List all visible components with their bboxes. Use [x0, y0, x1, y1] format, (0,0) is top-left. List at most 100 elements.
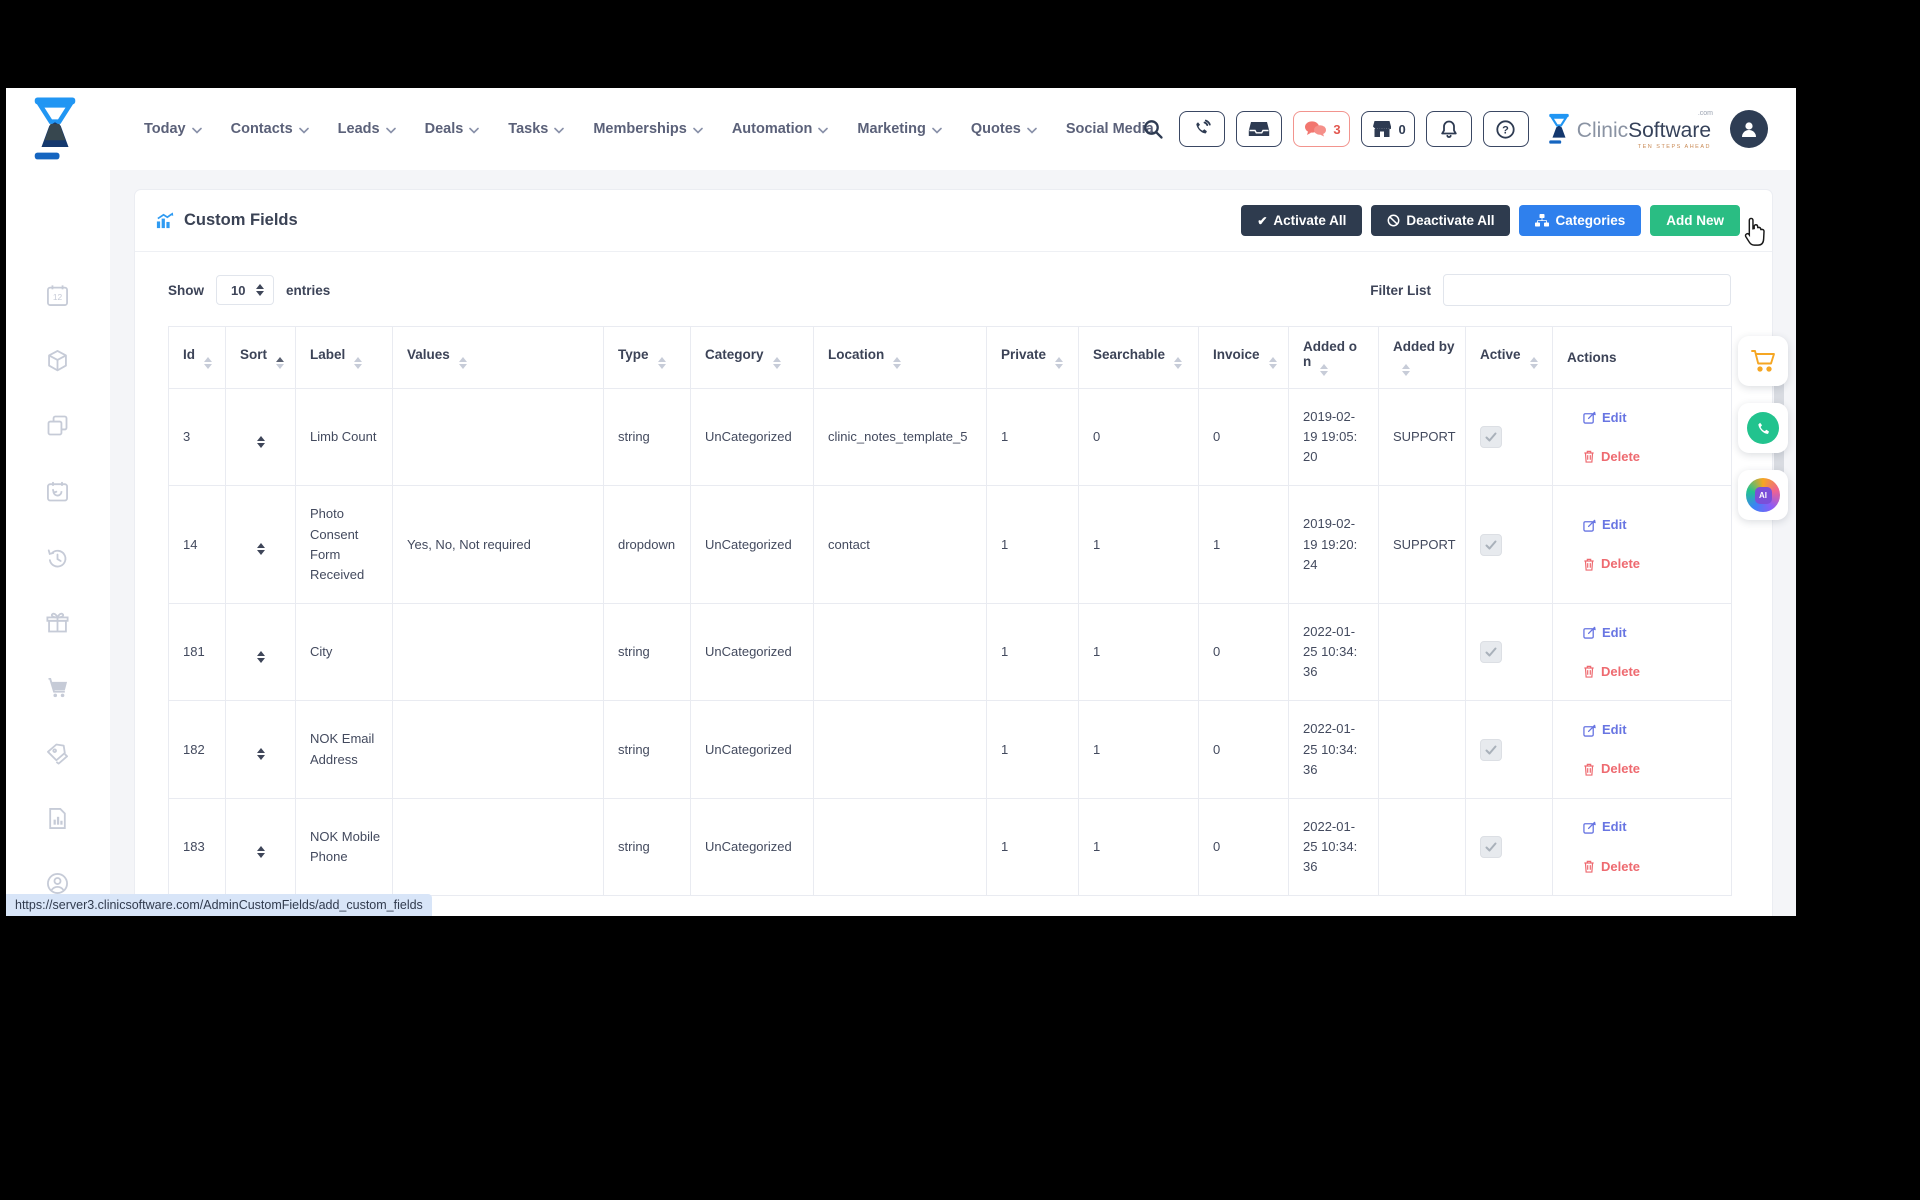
reorder-handle-icon[interactable] [256, 845, 265, 858]
cell-sort[interactable] [225, 602, 296, 702]
nav-item-marketing[interactable]: Marketing [857, 120, 942, 138]
cell-sort[interactable] [225, 485, 296, 604]
sort-arrows-icon [1055, 356, 1064, 369]
ban-icon [1387, 214, 1400, 227]
copy-icon[interactable] [42, 410, 72, 440]
calendar-icon[interactable]: 12 [42, 280, 72, 310]
nav-item-contacts[interactable]: Contacts [231, 120, 309, 138]
column-header-label[interactable]: Label [295, 326, 393, 389]
active-checkbox[interactable] [1480, 641, 1502, 664]
reorder-handle-icon[interactable] [256, 435, 265, 448]
delete-link[interactable]: Delete [1583, 554, 1640, 574]
cell-label: City [295, 602, 393, 702]
cell-sort[interactable] [225, 387, 296, 487]
nav-item-leads[interactable]: Leads [338, 120, 396, 138]
calendar-return-icon[interactable] [42, 476, 72, 506]
column-header-category[interactable]: Category [690, 326, 814, 389]
column-header-sort[interactable]: Sort [225, 326, 296, 389]
nav-item-deals[interactable]: Deals [425, 120, 480, 138]
cell-added_on: 2022-01-25 10:34:36 [1288, 602, 1379, 702]
cell-actions: Edit Delete [1552, 485, 1732, 604]
cell-actions: Edit Delete [1552, 387, 1732, 487]
ai-icon: AI [1746, 478, 1780, 512]
categories-button[interactable]: Categories [1519, 205, 1642, 236]
cell-sort[interactable] [225, 700, 296, 799]
active-checkbox[interactable] [1480, 426, 1502, 449]
active-checkbox[interactable] [1480, 533, 1502, 556]
report-icon[interactable] [42, 803, 72, 833]
select-arrows-icon [256, 284, 264, 296]
nav-item-tasks[interactable]: Tasks [508, 120, 565, 138]
filter-input[interactable] [1443, 274, 1731, 306]
column-header-added-by[interactable]: Added by [1378, 326, 1466, 389]
help-button[interactable]: ? [1482, 111, 1529, 147]
sort-arrows-icon [772, 356, 781, 369]
page-size-select[interactable]: 10 [216, 275, 274, 305]
nav-item-automation[interactable]: Automation [732, 120, 829, 138]
table-row: 14 Photo Consent Form Received Yes, No, No… [168, 485, 1732, 604]
delete-link[interactable]: Delete [1583, 857, 1640, 877]
ai-dock-button[interactable]: AI [1738, 470, 1788, 520]
phone-button[interactable] [1179, 111, 1226, 147]
shop-dock-button[interactable] [1738, 336, 1788, 386]
activate-all-button[interactable]: ✔ Activate All [1241, 205, 1363, 236]
package-icon[interactable] [42, 345, 72, 375]
cell-id: 3 [168, 387, 226, 487]
cell-id: 182 [168, 700, 226, 799]
column-header-invoice[interactable]: Invoice [1198, 326, 1289, 389]
column-header-id[interactable]: Id [168, 326, 226, 389]
delete-link[interactable]: Delete [1583, 447, 1640, 467]
history-icon[interactable] [42, 543, 72, 573]
cell-category: UnCategorized [690, 700, 814, 799]
delete-link[interactable]: Delete [1583, 759, 1640, 779]
chevron-down-icon [554, 122, 565, 138]
clinicsoftware-hourglass-logo[interactable] [28, 94, 82, 169]
column-header-added-on[interactable]: Added on [1288, 326, 1379, 389]
whatsapp-dock-button[interactable] [1738, 403, 1788, 453]
edit-link[interactable]: Edit [1583, 515, 1627, 535]
column-header-active[interactable]: Active [1465, 326, 1553, 389]
cell-added_on: 2022-01-25 10:34:36 [1288, 797, 1379, 897]
gift-icon[interactable] [42, 607, 72, 637]
user-avatar[interactable] [1730, 110, 1768, 148]
inbox-button[interactable] [1236, 111, 1283, 147]
add-new-button[interactable]: Add New [1650, 205, 1740, 236]
active-checkbox[interactable] [1480, 738, 1502, 761]
store-button[interactable]: 0 [1360, 111, 1415, 147]
chevron-down-icon [191, 122, 202, 138]
filter-label: Filter List [1370, 282, 1431, 298]
reorder-handle-icon[interactable] [256, 748, 265, 761]
column-header-private[interactable]: Private [986, 326, 1079, 389]
nav-item-social-media[interactable]: Social Media [1066, 121, 1154, 137]
cell-location: contact [813, 485, 987, 604]
clinicsoftware-wordmark[interactable]: ClinicSoftware .com TEN STEPS AHEAD [1546, 110, 1713, 149]
tags-icon[interactable] [42, 738, 72, 768]
cart-icon[interactable] [42, 672, 72, 702]
column-header-type[interactable]: Type [603, 326, 691, 389]
chat-button[interactable]: 3 [1293, 111, 1350, 147]
cell-invoice: 0 [1198, 387, 1289, 487]
cell-category: UnCategorized [690, 485, 814, 604]
deactivate-all-button[interactable]: Deactivate All [1371, 205, 1511, 236]
edit-link[interactable]: Edit [1583, 817, 1627, 837]
edit-link[interactable]: Edit [1583, 623, 1627, 643]
cell-private: 1 [986, 602, 1079, 702]
delete-link[interactable]: Delete [1583, 662, 1640, 682]
nav-item-quotes[interactable]: Quotes [971, 120, 1037, 138]
cell-actions: Edit Delete [1552, 797, 1732, 897]
active-checkbox[interactable] [1480, 836, 1502, 859]
reorder-handle-icon[interactable] [256, 650, 265, 663]
edit-link[interactable]: Edit [1583, 720, 1627, 740]
reorder-handle-icon[interactable] [256, 543, 265, 556]
notifications-button[interactable] [1425, 111, 1472, 147]
edit-link[interactable]: Edit [1583, 408, 1627, 428]
search-icon[interactable] [1142, 118, 1164, 140]
cell-values: Yes, No, Not required [392, 485, 604, 604]
column-header-location[interactable]: Location [813, 326, 987, 389]
nav-item-memberships[interactable]: Memberships [593, 120, 703, 138]
chevron-down-icon [298, 122, 309, 138]
nav-item-today[interactable]: Today [144, 120, 202, 138]
column-header-values[interactable]: Values [392, 326, 604, 389]
cell-sort[interactable] [225, 797, 296, 897]
column-header-searchable[interactable]: Searchable [1078, 326, 1199, 389]
